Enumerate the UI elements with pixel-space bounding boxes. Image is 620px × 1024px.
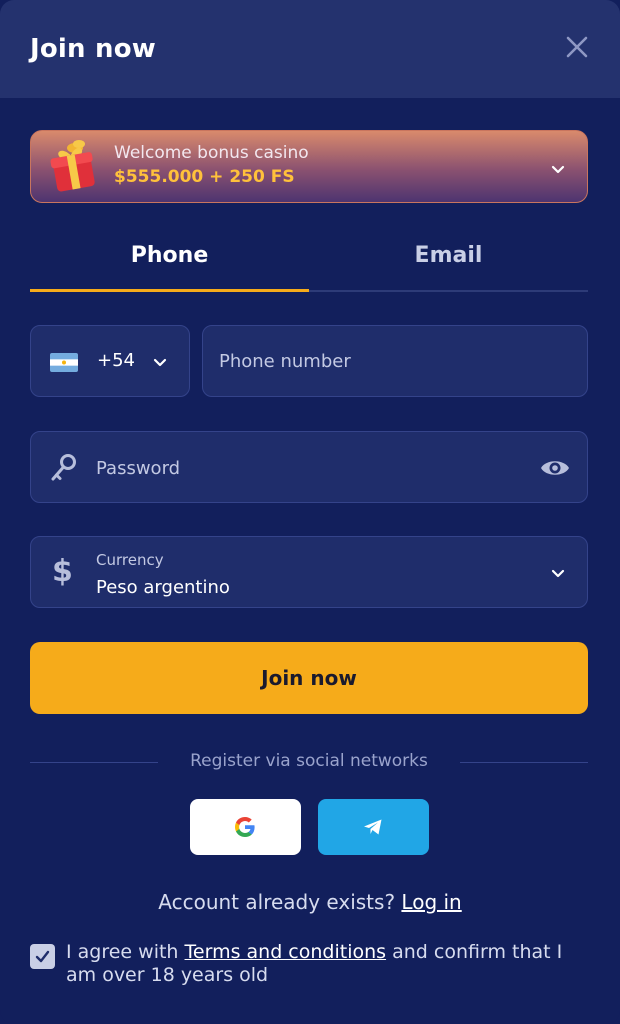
currency-label: Currency: [96, 551, 164, 569]
gift-icon: [50, 140, 95, 192]
tab-active-indicator: [30, 289, 309, 292]
key-icon: [51, 454, 76, 481]
account-exists-text: Account already exists?: [158, 890, 396, 914]
modal-header: Join now: [0, 0, 620, 98]
telegram-register-button[interactable]: [318, 799, 429, 855]
social-register-label: Register via social networks: [190, 751, 428, 771]
chevron-down-icon: [153, 358, 167, 367]
argentina-flag-icon: [50, 353, 78, 372]
chevron-down-icon: [551, 569, 565, 578]
agree-checkbox[interactable]: [30, 944, 55, 969]
country-code: +54: [97, 350, 135, 371]
divider-left: [30, 762, 158, 763]
close-icon[interactable]: [560, 30, 594, 64]
account-exists-row: Account already exists? Log in: [0, 890, 620, 914]
currency-select[interactable]: $ Currency Peso argentino: [30, 536, 588, 608]
telegram-icon: [364, 819, 382, 835]
google-register-button[interactable]: [190, 799, 301, 855]
tab-phone[interactable]: Phone: [30, 243, 309, 291]
bonus-title: Welcome bonus casino: [114, 143, 309, 163]
agreement-text: I agree with Terms and conditions and co…: [66, 941, 594, 987]
welcome-bonus-selector[interactable]: Welcome bonus casino $555.000 + 250 FS: [30, 130, 588, 203]
currency-value: Peso argentino: [96, 577, 230, 598]
phone-number-input[interactable]: [219, 348, 569, 374]
join-now-button[interactable]: Join now: [30, 642, 588, 714]
dollar-icon: $: [52, 554, 73, 589]
agreement-before: I agree with: [66, 941, 179, 963]
tab-email[interactable]: Email: [309, 243, 588, 291]
checkmark-icon: [35, 950, 50, 963]
terms-link[interactable]: Terms and conditions: [185, 941, 387, 963]
phone-field: [202, 325, 588, 397]
registration-modal: Join now Welcome bonus casino $555.000 +…: [0, 0, 620, 1024]
bonus-amount: $555.000 + 250 FS: [114, 167, 295, 187]
modal-title: Join now: [30, 34, 157, 64]
chevron-down-icon: [551, 165, 565, 174]
divider-right: [460, 762, 588, 763]
eye-icon[interactable]: [539, 454, 571, 482]
google-icon: [235, 817, 255, 837]
password-field: [30, 431, 588, 503]
country-code-select[interactable]: +54: [30, 325, 190, 397]
login-link[interactable]: Log in: [401, 890, 461, 914]
password-input[interactable]: [96, 455, 516, 481]
